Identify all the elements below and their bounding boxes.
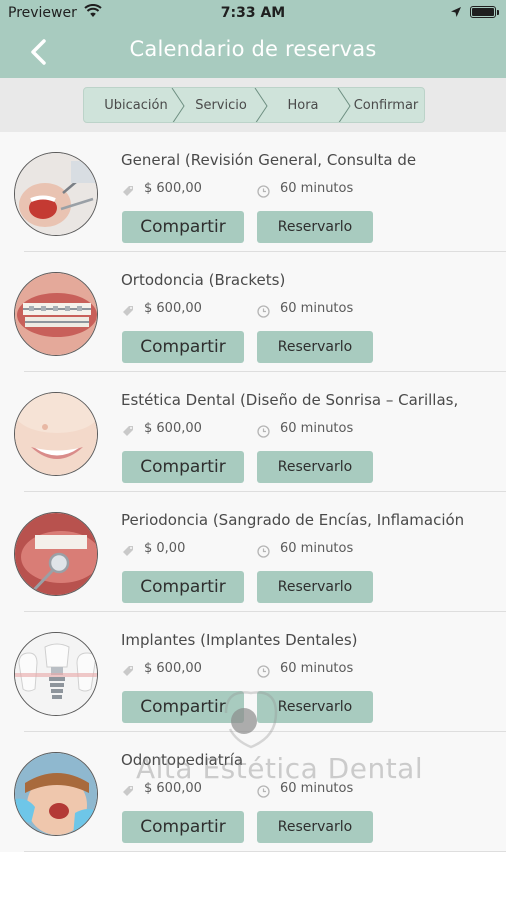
book-button[interactable]: Reservarlo — [257, 211, 373, 243]
booking-steps: Ubicación Servicio Hora Confirmar — [83, 87, 425, 123]
book-button[interactable]: Reservarlo — [257, 331, 373, 363]
share-button[interactable]: Compartir — [122, 691, 244, 723]
service-name: Estética Dental (Diseño de Sonrisa – Car… — [121, 391, 459, 409]
book-button[interactable]: Reservarlo — [257, 691, 373, 723]
share-button[interactable]: Compartir — [122, 451, 244, 483]
step-hora[interactable]: Hora — [262, 88, 344, 122]
service-item: Estética Dental (Diseño de Sonrisa – Car… — [0, 372, 506, 492]
service-image-checkup — [14, 152, 98, 236]
book-button[interactable]: Reservarlo — [257, 571, 373, 603]
price-tag-icon — [123, 666, 133, 676]
status-time: 7:33 AM — [220, 5, 286, 21]
step-servicio[interactable]: Servicio — [180, 88, 262, 122]
service-price: $ 0,00 — [144, 541, 186, 556]
clock-icon — [257, 665, 270, 678]
price-tag-icon — [123, 186, 133, 196]
status-bar: Previewer 7:33 AM — [0, 0, 506, 26]
clock-icon — [257, 785, 270, 798]
service-item: Ortodoncia (Brackets) $ 600,00 60 minuto… — [0, 252, 506, 372]
location-arrow-icon — [451, 7, 461, 17]
share-button[interactable]: Compartir — [122, 571, 244, 603]
clock-icon — [257, 545, 270, 558]
service-image-smile — [14, 392, 98, 476]
service-duration: 60 minutos — [280, 181, 354, 196]
price-tag-icon — [123, 426, 133, 436]
share-button[interactable]: Compartir — [122, 331, 244, 363]
service-duration: 60 minutos — [280, 781, 354, 796]
service-item: General (Revisión General, Consulta de $… — [0, 132, 506, 252]
service-price: $ 600,00 — [144, 181, 202, 196]
service-name: Periodoncia (Sangrado de Encías, Inflama… — [121, 511, 465, 529]
share-button[interactable]: Compartir — [122, 211, 244, 243]
service-image-implant — [14, 632, 98, 716]
service-duration: 60 minutos — [280, 661, 354, 676]
service-price: $ 600,00 — [144, 301, 202, 316]
service-name: General (Revisión General, Consulta de — [121, 151, 417, 169]
service-image-gums — [14, 512, 98, 596]
clock-icon — [257, 305, 270, 318]
step-ubicacion[interactable]: Ubicación — [92, 88, 180, 122]
service-duration: 60 minutos — [280, 301, 354, 316]
service-price: $ 600,00 — [144, 421, 202, 436]
step-confirmar[interactable]: Confirmar — [346, 88, 424, 122]
service-name: Implantes (Implantes Dentales) — [121, 631, 358, 649]
service-price: $ 600,00 — [144, 781, 202, 796]
price-tag-icon — [123, 786, 133, 796]
service-image-braces — [14, 272, 98, 356]
service-image-child-dentist — [14, 752, 98, 836]
book-button[interactable]: Reservarlo — [257, 811, 373, 843]
price-tag-icon — [123, 546, 133, 556]
service-name: Odontopediatría — [121, 751, 244, 769]
bottom-area — [0, 852, 506, 900]
page-title: Calendario de reservas — [129, 37, 377, 61]
share-button[interactable]: Compartir — [122, 811, 244, 843]
service-item: Periodoncia (Sangrado de Encías, Inflama… — [0, 492, 506, 612]
service-duration: 60 minutos — [280, 421, 354, 436]
service-duration: 60 minutos — [280, 541, 354, 556]
service-name: Ortodoncia (Brackets) — [121, 271, 286, 289]
loading-spinner — [231, 708, 257, 734]
book-button[interactable]: Reservarlo — [257, 451, 373, 483]
service-price: $ 600,00 — [144, 661, 202, 676]
clock-icon — [257, 185, 270, 198]
clock-icon — [257, 425, 270, 438]
battery-icon — [470, 6, 499, 18]
service-item: Odontopediatría $ 600,00 60 minutos Comp… — [0, 732, 506, 852]
services-list: General (Revisión General, Consulta de $… — [0, 132, 506, 852]
price-tag-icon — [123, 306, 133, 316]
